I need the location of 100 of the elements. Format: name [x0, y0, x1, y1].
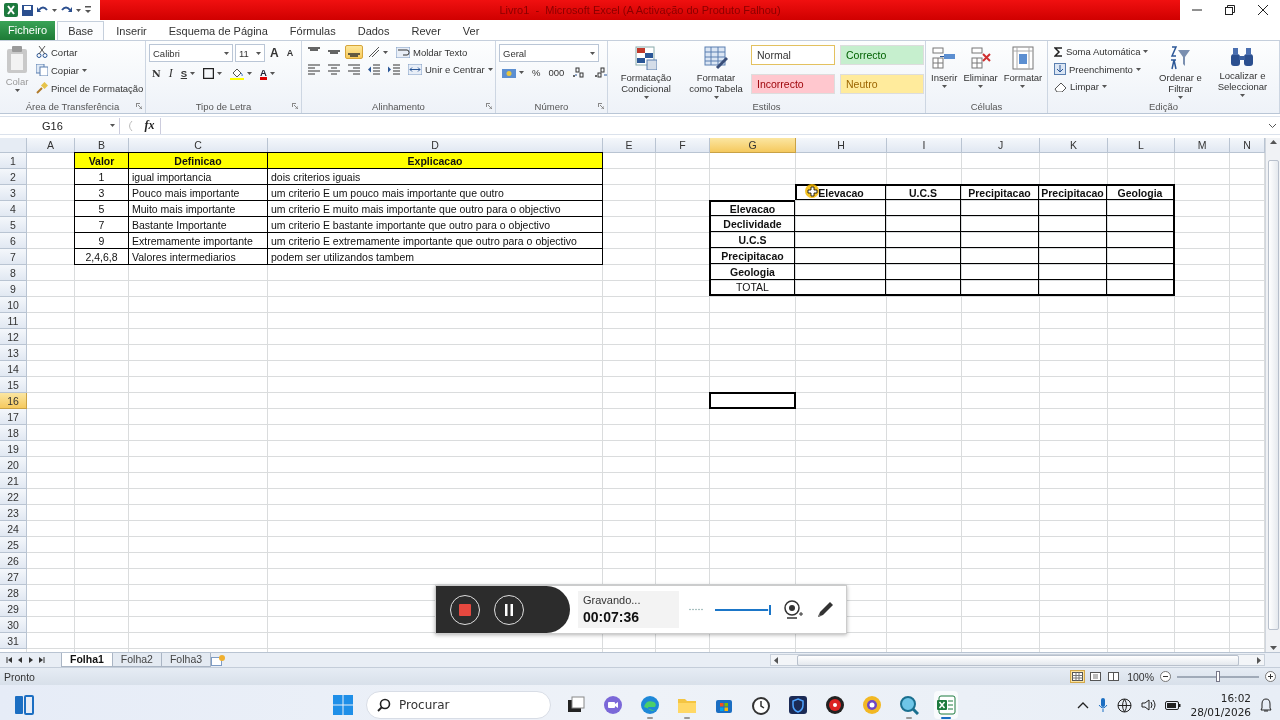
row-header[interactable]: 27	[0, 569, 27, 585]
recording-status: Gravando...	[583, 594, 642, 606]
row-header[interactable]: 25	[0, 537, 27, 553]
column-header[interactable]: K	[1040, 138, 1108, 153]
cell-style[interactable]: Normal	[751, 45, 835, 65]
table-cell: Valor	[75, 153, 129, 169]
copy-button[interactable]: Copiar	[33, 62, 145, 78]
search-field[interactable]: Procurar	[366, 691, 551, 719]
grow-font-button[interactable]: A	[267, 44, 282, 62]
row-header[interactable]: 11	[0, 313, 27, 329]
merge-center-button[interactable]: Unir e Centrar	[405, 62, 495, 77]
table-cell: dois criterios iguais	[268, 169, 602, 185]
row-header[interactable]: 16	[0, 393, 27, 409]
bold-button[interactable]: N	[149, 66, 164, 81]
column-header[interactable]: I	[887, 138, 962, 153]
format-cells-button[interactable]: Formatar	[1001, 44, 1045, 99]
row-header[interactable]: 13	[0, 345, 27, 361]
row-header[interactable]: 28	[0, 585, 27, 601]
row-header[interactable]: 3	[0, 185, 27, 201]
row-header[interactable]: 14	[0, 361, 27, 377]
ribbon-tab[interactable]: Fórmulas	[279, 22, 346, 40]
row-header[interactable]: 29	[0, 601, 27, 617]
number-format-field[interactable]: Geral	[499, 44, 599, 62]
table-cell: Geologia	[1107, 184, 1175, 200]
row-header[interactable]: 10	[0, 297, 27, 313]
underline-button[interactable]: S	[177, 66, 199, 81]
italic-button[interactable]: I	[165, 64, 176, 83]
row-header[interactable]: 9	[0, 281, 27, 297]
column-header[interactable]: M	[1175, 138, 1230, 153]
row-header[interactable]: 17	[0, 409, 27, 425]
column-header[interactable]: L	[1108, 138, 1175, 153]
autosum-button[interactable]: Soma Automática	[1051, 44, 1152, 59]
insert-function-button[interactable]: fx	[144, 118, 155, 133]
group-label: Alinhamento	[302, 99, 495, 113]
font-color-button[interactable]: A	[257, 65, 278, 82]
column-header[interactable]: E	[603, 138, 656, 153]
ribbon-tab[interactable]: Ver	[452, 22, 490, 40]
row-header[interactable]: 20	[0, 457, 27, 473]
row-header[interactable]: 18	[0, 425, 27, 441]
column-header[interactable]: A	[27, 138, 75, 153]
table-cell: 3	[75, 185, 129, 201]
row-header[interactable]: 26	[0, 553, 27, 569]
row-header[interactable]: 15	[0, 377, 27, 393]
shrink-font-button[interactable]: A	[283, 46, 297, 60]
ribbon-tab[interactable]: Inserir	[106, 22, 157, 40]
clock-date[interactable]: 28/01/2026	[1190, 705, 1251, 719]
table-cell: Definicao	[129, 153, 268, 169]
status-text: Pronto	[4, 670, 35, 683]
sort-filter-button[interactable]: Ordenar e Filtrar	[1153, 44, 1208, 99]
clear-button[interactable]: Limpar	[1051, 79, 1152, 94]
sheet-tab[interactable]: Folha1	[61, 653, 113, 667]
ribbon-tab[interactable]: Rever	[401, 22, 451, 40]
row-header[interactable]: 22	[0, 489, 27, 505]
percent-button[interactable]: %	[529, 64, 544, 80]
table-cell: um criterio E bastante importante que outro para o objectivo	[268, 217, 602, 233]
column-header[interactable]: G	[710, 138, 796, 153]
ribbon-tab[interactable]: Esquema de Página	[158, 22, 278, 40]
row-header[interactable]: 19	[0, 441, 27, 457]
font-size-field[interactable]: 11	[235, 44, 265, 62]
clock-time[interactable]: 16:02	[1220, 691, 1251, 705]
row-header[interactable]: 5	[0, 217, 27, 233]
fill-button[interactable]: Preenchimento	[1051, 61, 1152, 77]
cell-style[interactable]: Incorrecto	[751, 73, 835, 94]
row-header[interactable]: 2	[0, 169, 27, 185]
insert-cells-button[interactable]: Inserir	[929, 44, 960, 99]
column-header[interactable]: J	[962, 138, 1040, 153]
format-table-button[interactable]: Formatar como Tabela	[683, 44, 749, 99]
cell-style[interactable]: Neutro	[840, 73, 924, 94]
font-name-field[interactable]: Calibri	[149, 44, 233, 62]
sheet-tab[interactable]: Folha2	[111, 653, 162, 667]
ribbon-tab[interactable]: Base	[57, 21, 105, 40]
column-header[interactable]: F	[656, 138, 710, 153]
row-header[interactable]: 7	[0, 249, 27, 265]
name-box[interactable]: G16	[0, 117, 120, 134]
row-header[interactable]: 21	[0, 473, 27, 489]
format-painter-button[interactable]: Pincel de Formatação	[33, 80, 145, 96]
thousands-button[interactable]: 000	[545, 64, 568, 80]
row-header[interactable]: 24	[0, 521, 27, 537]
column-header[interactable]: H	[796, 138, 887, 153]
row-header[interactable]: 1	[0, 153, 27, 169]
wrap-text-button[interactable]: Moldar Texto	[393, 44, 471, 60]
row-header[interactable]: 23	[0, 505, 27, 521]
file-tab[interactable]: Ficheiro	[0, 21, 56, 40]
ribbon-tab[interactable]: Dados	[347, 22, 400, 40]
table-cell-text: podem ser utilizandos tambem	[270, 250, 415, 265]
row-header[interactable]: 6	[0, 233, 27, 249]
table-cell: Precipitacao	[709, 248, 795, 264]
sheet-tab[interactable]: Folha3	[160, 653, 212, 667]
cell-style[interactable]: Correcto	[840, 45, 924, 65]
find-select-button[interactable]: Localizar e Seleccionar	[1209, 44, 1276, 99]
cut-button[interactable]: Cortar	[33, 44, 145, 60]
row-header[interactable]: 30	[0, 617, 27, 633]
row-header[interactable]: 8	[0, 265, 27, 281]
table-cell: Bastante Importante	[129, 217, 268, 233]
column-header[interactable]: N	[1230, 138, 1265, 153]
row-header[interactable]: 12	[0, 329, 27, 345]
conditional-format-button[interactable]: Formatação Condicional	[611, 44, 681, 99]
row-header[interactable]: 31	[0, 633, 27, 649]
row-header[interactable]: 4	[0, 201, 27, 217]
delete-cells-button[interactable]: Eliminar	[961, 44, 1000, 99]
